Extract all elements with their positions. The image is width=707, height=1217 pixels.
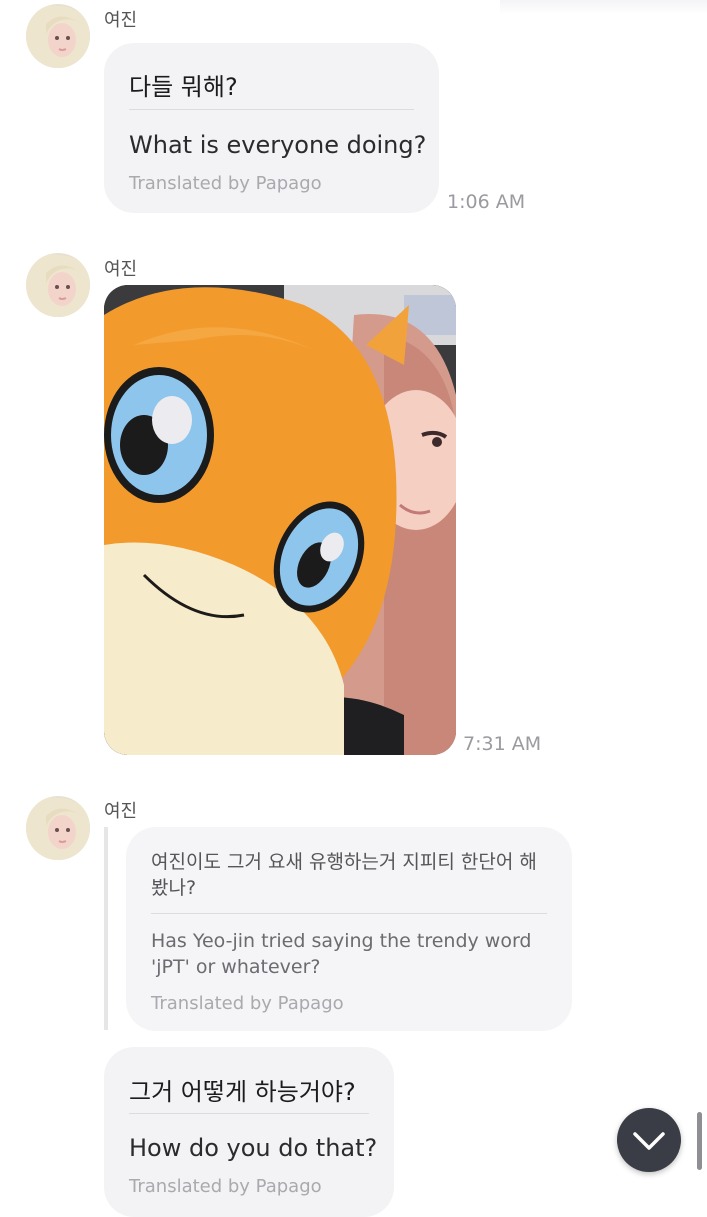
- original-text: 다들 뭐해?: [129, 73, 238, 101]
- message-bubble[interactable]: 다들 뭐해? What is everyone doing? Translate…: [104, 43, 439, 213]
- translated-text: What is everyone doing?: [129, 131, 427, 159]
- avatar[interactable]: [26, 4, 90, 68]
- message-bubble[interactable]: 그거 어떻게 하능거야? How do you do that? Transla…: [104, 1047, 394, 1217]
- avatar[interactable]: [26, 796, 90, 860]
- sender-name: 여진: [104, 801, 138, 822]
- chevron-down-icon: [633, 1132, 665, 1150]
- translation-credit: Translated by Papago: [151, 993, 344, 1014]
- timestamp: 7:31 AM: [463, 733, 542, 755]
- divider: [129, 109, 414, 110]
- divider: [129, 1113, 369, 1114]
- sender-name: 여진: [104, 259, 138, 280]
- sender-name: 여진: [104, 10, 138, 31]
- timestamp: 1:06 AM: [447, 191, 526, 213]
- photo-attachment[interactable]: [104, 285, 456, 755]
- translated-text: How do you do that?: [129, 1134, 378, 1162]
- original-text-line: 봤나?: [151, 877, 197, 899]
- translation-credit: Translated by Papago: [129, 173, 322, 194]
- translated-text-line: Has Yeo-jin tried saying the trendy word: [151, 930, 532, 952]
- quote-bar: [104, 827, 108, 1030]
- avatar[interactable]: [26, 253, 90, 317]
- original-text: 그거 어떻게 하능거야?: [129, 1078, 356, 1106]
- plush-selfie-image: [104, 285, 456, 755]
- top-shadow: [500, 0, 707, 14]
- divider: [151, 913, 547, 914]
- translation-credit: Translated by Papago: [129, 1176, 322, 1197]
- scroll-to-bottom-button[interactable]: [617, 1108, 681, 1172]
- scrollbar[interactable]: [697, 1112, 702, 1170]
- translated-text-line: 'jPT' or whatever?: [151, 956, 321, 978]
- quoted-message-bubble[interactable]: 여진이도 그거 요새 유행하는거 지피티 한단어 해 봤나? Has Yeo-j…: [126, 827, 572, 1031]
- original-text-line: 여진이도 그거 요새 유행하는거 지피티 한단어 해: [151, 851, 537, 873]
